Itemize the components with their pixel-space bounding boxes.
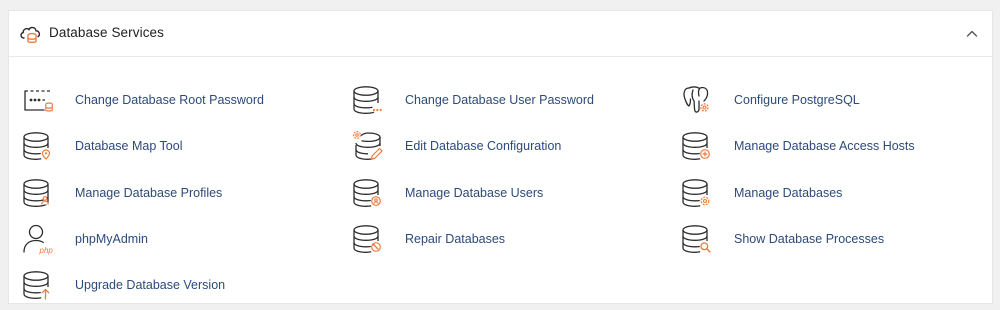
tool-phpmyadmin[interactable]: php phpMyAdmin (21, 222, 148, 256)
panel-title: Database Services (49, 25, 165, 40)
tool-label: Repair Databases (405, 232, 506, 246)
database-password-icon (353, 86, 382, 114)
terminal-password-icon (24, 90, 53, 112)
tool-database-map-tool[interactable]: Database Map Tool (21, 129, 182, 163)
panel-header[interactable]: Database Services (9, 11, 992, 57)
tool-repair-databases[interactable]: Repair Databases (351, 222, 505, 256)
database-search-icon (682, 225, 711, 253)
tool-change-database-user-password[interactable]: Change Database User Password (351, 83, 594, 117)
tool-upgrade-database-version[interactable]: Upgrade Database Version (21, 268, 225, 302)
database-gear-icon (682, 179, 710, 207)
chevron-up-icon[interactable] (964, 26, 980, 42)
database-profiles-icon (23, 179, 49, 207)
php-text: php (39, 246, 54, 255)
tool-label: phpMyAdmin (75, 232, 148, 246)
tool-label: Manage Database Access Hosts (734, 139, 915, 153)
database-upgrade-icon (23, 271, 50, 300)
tool-label: Edit Database Configuration (405, 139, 562, 153)
postgresql-gear-icon (683, 86, 709, 113)
tool-label: Database Map Tool (75, 139, 183, 153)
tool-configure-postgresql[interactable]: Configure PostgreSQL (680, 83, 860, 117)
tool-label: Manage Database Profiles (75, 186, 223, 200)
tool-manage-databases[interactable]: Manage Databases (680, 176, 842, 210)
database-edit-config-icon (352, 130, 383, 160)
database-repair-icon (353, 225, 381, 253)
tool-manage-database-profiles[interactable]: Manage Database Profiles (21, 176, 222, 210)
database-map-icon (23, 132, 51, 160)
tool-manage-database-users[interactable]: Manage Database Users (351, 176, 543, 210)
tool-label: Upgrade Database Version (75, 278, 226, 292)
tool-label: Manage Database Users (405, 186, 544, 200)
tool-show-database-processes[interactable]: Show Database Processes (680, 222, 884, 256)
database-services-panel: Database Services Change Database Root P… (8, 10, 993, 304)
tool-manage-database-access-hosts[interactable]: Manage Database Access Hosts (680, 129, 915, 163)
tool-label: Show Database Processes (734, 232, 885, 246)
phpmyadmin-icon: php (23, 224, 54, 255)
tool-label: Change Database User Password (405, 93, 594, 107)
tool-label: Change Database Root Password (75, 93, 265, 107)
tool-edit-database-configuration[interactable]: Edit Database Configuration (351, 129, 561, 163)
database-access-hosts-icon (682, 132, 710, 160)
database-users-icon (353, 179, 381, 207)
tool-label: Configure PostgreSQL (734, 93, 860, 107)
database-services-icon (20, 26, 41, 43)
tool-label: Manage Databases (734, 186, 843, 200)
tool-change-database-root-password[interactable]: Change Database Root Password (21, 83, 264, 117)
